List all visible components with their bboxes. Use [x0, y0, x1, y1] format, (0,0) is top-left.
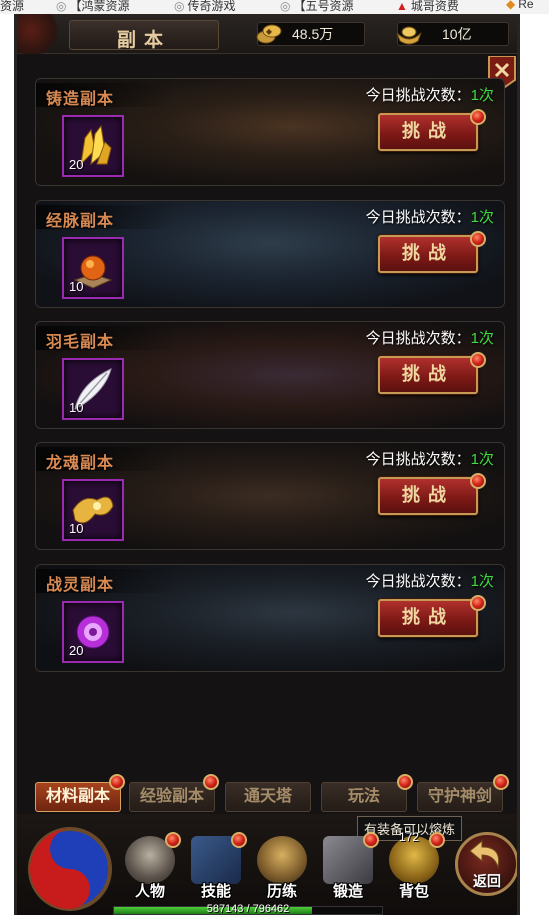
reward-item-slot[interactable]: 10 — [62, 358, 124, 420]
globe-icon: ◎ — [174, 0, 185, 13]
gold-ingot-icon — [396, 26, 422, 45]
gold-value: 48.5万 — [292, 26, 334, 42]
gold-display: ◆ 48.5万 — [256, 22, 365, 46]
tab-sky-tower[interactable]: 通天塔 — [225, 782, 311, 812]
game-window: 副本 ◆ 48.5万 10亿 铸造副本 今日挑战次数：1次 20 挑战 经脉副本… — [14, 14, 520, 915]
item-count: 10 — [69, 400, 84, 415]
bookmark-item[interactable]: 资源 — [0, 0, 24, 14]
bookmarks-bar: 资源 ◎ 【鸿蒙资源 ◎ 传奇游戏 ◎ 【五号资源 ▲ 城哥资费 ◆ Re — [0, 0, 549, 14]
challenge-button[interactable]: 挑战 — [378, 235, 478, 273]
category-tabs: 材料副本 经验副本 通天塔 玩法 守护神剑 — [17, 774, 517, 814]
fox-icon: ◆ — [506, 0, 516, 11]
challenge-info: 今日挑战次数：1次 — [365, 87, 494, 104]
notification-dot-icon — [363, 832, 379, 848]
nav-training-button[interactable]: 历练 — [253, 836, 311, 900]
tab-material-dungeon[interactable]: 材料副本 — [35, 782, 121, 812]
return-arrow-icon — [469, 839, 500, 869]
page-title: 副本 — [116, 29, 171, 51]
nav-bag-button[interactable]: 172 背包 — [385, 830, 445, 900]
challenge-count: 1次 — [470, 573, 494, 590]
reward-item-slot[interactable]: 20 — [62, 601, 124, 663]
nav-label: 技能 — [200, 883, 231, 900]
bookmark-item[interactable]: ◎ 【五号资源 — [280, 0, 354, 14]
nav-label: 历练 — [266, 883, 297, 900]
challenge-count: 1次 — [470, 451, 494, 468]
reward-item-slot[interactable]: 10 — [62, 237, 124, 299]
xp-bar: 587143 / 796462 — [113, 903, 383, 915]
dungeon-card: 羽毛副本 今日挑战次数：1次 10 挑战 — [35, 321, 505, 429]
bag-count: 172 — [399, 830, 420, 844]
nav-label: 人物 — [134, 883, 165, 900]
nav-character-button[interactable]: 人物 — [121, 832, 181, 900]
bottom-nav: 有装备可以熔炼 人物 技能 历练 锻造 172 背包 返回 587143 / 7… — [17, 814, 517, 915]
challenge-info: 今日挑战次数：1次 — [365, 573, 494, 590]
challenge-count: 1次 — [470, 330, 494, 347]
dungeon-name: 经脉副本 — [46, 211, 115, 230]
item-count: 20 — [69, 157, 84, 172]
dungeon-name: 铸造副本 — [46, 89, 115, 108]
notification-dot-icon — [203, 774, 219, 790]
ingot-display: 10亿 — [396, 22, 509, 46]
gold-coins-icon: ◆ — [256, 24, 282, 44]
notification-dot-icon — [493, 774, 509, 790]
dungeon-name: 战灵副本 — [46, 575, 115, 594]
notification-dot-icon — [397, 774, 413, 790]
yin-yang-icon[interactable] — [27, 826, 113, 912]
tab-guardian-sword[interactable]: 守护神剑 — [417, 782, 503, 812]
top-bar: 副本 ◆ 48.5万 10亿 — [17, 14, 517, 54]
challenge-button[interactable]: 挑战 — [378, 356, 478, 394]
dungeon-name: 龙魂副本 — [46, 453, 115, 472]
notification-dot-icon — [470, 352, 486, 368]
bookmark-item[interactable]: ◆ Re — [506, 0, 534, 11]
globe-icon: ◎ — [280, 0, 291, 13]
item-count: 10 — [69, 521, 84, 536]
training-armor-icon — [257, 836, 307, 884]
svg-text:◆: ◆ — [266, 27, 273, 36]
nav-label: 锻造 — [332, 883, 363, 900]
item-count: 10 — [69, 279, 84, 294]
notification-dot-icon — [470, 473, 486, 489]
item-count: 20 — [69, 643, 84, 658]
globe-icon: ◎ — [56, 0, 67, 13]
dungeon-card: 战灵副本 今日挑战次数：1次 20 挑战 — [35, 564, 505, 672]
bookmark-item[interactable]: ◎ 传奇游戏 — [174, 0, 236, 14]
reward-item-slot[interactable]: 10 — [62, 479, 124, 541]
challenge-info: 今日挑战次数：1次 — [365, 451, 494, 468]
bookmark-item[interactable]: ▲ 城哥资费 — [396, 0, 459, 14]
notification-dot-icon — [165, 832, 181, 848]
challenge-info: 今日挑战次数：1次 — [365, 209, 494, 226]
dungeon-card: 经脉副本 今日挑战次数：1次 10 挑战 — [35, 200, 505, 308]
tab-exp-dungeon[interactable]: 经验副本 — [129, 782, 215, 812]
notification-dot-icon — [470, 109, 486, 125]
dragon-ornament-icon — [17, 14, 63, 54]
dungeon-name: 羽毛副本 — [46, 332, 115, 351]
title-plate: 副本 — [69, 20, 219, 51]
nav-label: 背包 — [398, 883, 429, 900]
notification-dot-icon — [231, 832, 247, 848]
nav-skill-button[interactable]: 技能 — [187, 832, 247, 900]
dungeon-card: 铸造副本 今日挑战次数：1次 20 挑战 — [35, 78, 505, 186]
challenge-button[interactable]: 挑战 — [378, 113, 478, 151]
dungeon-card: 龙魂副本 今日挑战次数：1次 10 挑战 — [35, 442, 505, 550]
ingot-value: 10亿 — [442, 26, 472, 42]
challenge-count: 1次 — [470, 209, 494, 226]
return-button[interactable]: 返回 — [455, 832, 517, 896]
notification-dot-icon — [470, 595, 486, 611]
bookmark-item[interactable]: ◎ 【鸿蒙资源 — [56, 0, 130, 14]
challenge-count: 1次 — [470, 87, 494, 104]
tab-gameplay[interactable]: 玩法 — [321, 782, 407, 812]
reward-item-slot[interactable]: 20 — [62, 115, 124, 177]
notification-dot-icon — [109, 774, 125, 790]
red-flag-icon: ▲ — [396, 0, 408, 13]
challenge-button[interactable]: 挑战 — [378, 599, 478, 637]
nav-forge-button[interactable]: 锻造 — [319, 832, 379, 900]
challenge-button[interactable]: 挑战 — [378, 477, 478, 515]
notification-dot-icon — [470, 231, 486, 247]
xp-text: 587143 / 796462 — [206, 903, 290, 915]
challenge-info: 今日挑战次数：1次 — [365, 330, 494, 347]
return-label: 返回 — [473, 873, 501, 889]
notification-dot-icon — [429, 832, 445, 848]
